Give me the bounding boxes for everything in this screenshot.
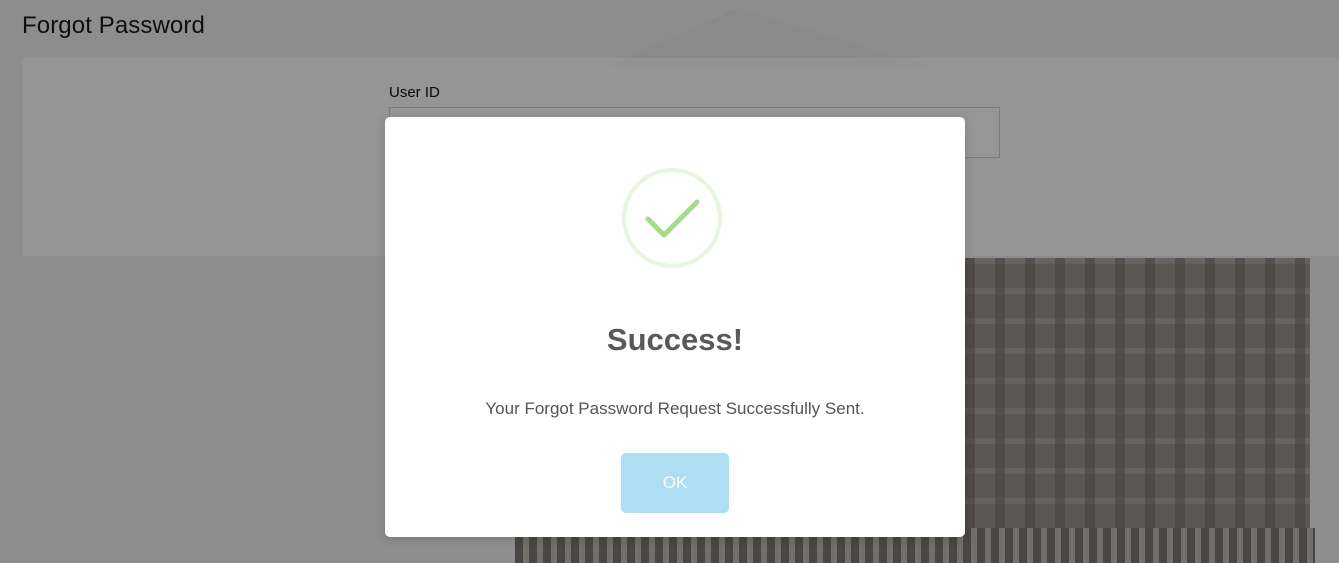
forgot-password-page: Forgot Password User ID Success! Your Fo…: [0, 0, 1339, 563]
ok-button[interactable]: OK: [621, 453, 729, 513]
success-dialog: Success! Your Forgot Password Request Su…: [385, 117, 965, 537]
dialog-message: Your Forgot Password Request Successfull…: [485, 399, 865, 418]
dialog-title: Success!: [606, 322, 744, 357]
checkmark-icon: [622, 168, 722, 268]
